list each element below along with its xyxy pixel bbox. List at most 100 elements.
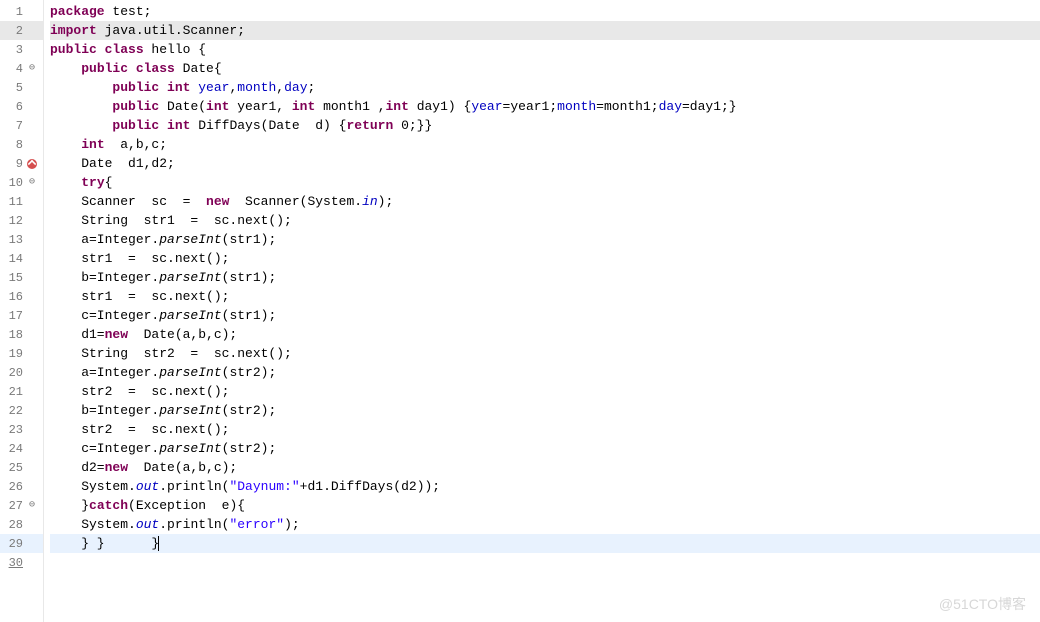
token-fldi: out — [136, 517, 159, 532]
code-line[interactable] — [50, 553, 1040, 572]
token-plain: String str1 = sc.next(); — [50, 213, 292, 228]
code-line[interactable]: int a,b,c; — [50, 135, 1040, 154]
code-line[interactable]: d2=new Date(a,b,c); — [50, 458, 1040, 477]
gutter-line: 15 — [0, 268, 43, 287]
line-number: 22 — [1, 404, 23, 418]
line-number: 23 — [1, 423, 23, 437]
code-line[interactable]: System.out.println("Daynum:"+d1.DiffDays… — [50, 477, 1040, 496]
token-plain: str1 = sc.next(); — [50, 251, 229, 266]
code-area[interactable]: package test;import java.util.Scanner;pu… — [44, 0, 1040, 622]
code-line[interactable]: package test; — [50, 2, 1040, 21]
error-icon — [25, 157, 39, 171]
token-kw: public int — [112, 80, 190, 95]
gutter-line: 5 — [0, 78, 43, 97]
fold-icon[interactable]: ⊖ — [25, 62, 39, 76]
code-line[interactable]: str2 = sc.next(); — [50, 420, 1040, 439]
line-number: 27 — [1, 499, 23, 513]
code-line[interactable]: a=Integer.parseInt(str1); — [50, 230, 1040, 249]
token-kw: public — [112, 99, 159, 114]
token-kw: try — [81, 175, 104, 190]
line-number: 17 — [1, 309, 23, 323]
token-plain — [50, 99, 112, 114]
token-kw: public class — [50, 42, 144, 57]
token-plain: { — [105, 175, 113, 190]
code-line[interactable]: str2 = sc.next(); — [50, 382, 1040, 401]
token-kw: int — [386, 99, 409, 114]
line-number: 18 — [1, 328, 23, 342]
token-mtd: parseInt — [159, 308, 221, 323]
fold-icon[interactable]: ⊖ — [25, 176, 39, 190]
token-plain: =year1; — [503, 99, 558, 114]
token-kw: catch — [89, 498, 128, 513]
gutter-line: 23 — [0, 420, 43, 439]
code-line[interactable]: public class hello { — [50, 40, 1040, 59]
code-line[interactable]: Scanner sc = new Scanner(System.in); — [50, 192, 1040, 211]
token-plain: a=Integer. — [50, 365, 159, 380]
gutter-line: 13 — [0, 230, 43, 249]
gutter-spacer — [25, 214, 39, 228]
gutter-spacer — [25, 43, 39, 57]
token-plain: (str2); — [222, 441, 277, 456]
line-number: 6 — [1, 100, 23, 114]
token-plain: str2 = sc.next(); — [50, 422, 229, 437]
gutter-spacer — [25, 81, 39, 95]
code-line[interactable]: str1 = sc.next(); — [50, 287, 1040, 306]
code-line[interactable]: c=Integer.parseInt(str2); — [50, 439, 1040, 458]
token-plain: test; — [105, 4, 152, 19]
token-plain: String str2 = sc.next(); — [50, 346, 292, 361]
token-plain: a=Integer. — [50, 232, 159, 247]
code-line[interactable]: import java.util.Scanner; — [50, 21, 1040, 40]
code-line[interactable]: public int DiffDays(Date d) {return 0;}} — [50, 116, 1040, 135]
token-plain: =day1;} — [682, 99, 737, 114]
line-number: 16 — [1, 290, 23, 304]
line-number: 11 — [1, 195, 23, 209]
line-number: 1 — [1, 5, 23, 19]
line-number: 20 — [1, 366, 23, 380]
code-line[interactable]: }catch(Exception e){ — [50, 496, 1040, 515]
code-line[interactable]: public int year,month,day; — [50, 78, 1040, 97]
gutter-line: 12 — [0, 211, 43, 230]
code-line[interactable]: b=Integer.parseInt(str1); — [50, 268, 1040, 287]
line-number: 2 — [1, 24, 23, 38]
token-plain: str1 = sc.next(); — [50, 289, 229, 304]
token-plain: DiffDays(Date d) { — [190, 118, 346, 133]
token-kw: public int — [112, 118, 190, 133]
token-kw: int — [206, 99, 229, 114]
token-plain: (str2); — [222, 403, 277, 418]
code-line[interactable]: System.out.println("error"); — [50, 515, 1040, 534]
code-line[interactable]: a=Integer.parseInt(str2); — [50, 363, 1040, 382]
token-fld: day — [659, 99, 682, 114]
gutter-line: 9 — [0, 154, 43, 173]
gutter-line: 21 — [0, 382, 43, 401]
gutter-line: 22 — [0, 401, 43, 420]
code-line[interactable]: } } } — [50, 534, 1040, 553]
gutter-line: 28 — [0, 515, 43, 534]
token-plain — [50, 80, 112, 95]
gutter-spacer — [25, 404, 39, 418]
gutter-spacer — [25, 5, 39, 19]
code-line[interactable]: public class Date{ — [50, 59, 1040, 78]
code-line[interactable]: c=Integer.parseInt(str1); — [50, 306, 1040, 325]
token-plain: (Exception e){ — [128, 498, 245, 513]
code-line[interactable]: public Date(int year1, int month1 ,int d… — [50, 97, 1040, 116]
fold-icon[interactable]: ⊖ — [25, 499, 39, 513]
token-fldi: out — [136, 479, 159, 494]
line-number: 8 — [1, 138, 23, 152]
code-line[interactable]: try{ — [50, 173, 1040, 192]
token-plain: ); — [284, 517, 300, 532]
code-line[interactable]: d1=new Date(a,b,c); — [50, 325, 1040, 344]
gutter-spacer — [25, 252, 39, 266]
code-line[interactable]: String str1 = sc.next(); — [50, 211, 1040, 230]
code-line[interactable]: String str2 = sc.next(); — [50, 344, 1040, 363]
line-number: 3 — [1, 43, 23, 57]
token-plain: (str1); — [222, 308, 277, 323]
code-line[interactable]: b=Integer.parseInt(str2); — [50, 401, 1040, 420]
gutter-line: 16 — [0, 287, 43, 306]
code-line[interactable]: str1 = sc.next(); — [50, 249, 1040, 268]
token-mtd: parseInt — [159, 270, 221, 285]
line-number: 24 — [1, 442, 23, 456]
code-line[interactable]: Date d1,d2; — [50, 154, 1040, 173]
line-number: 5 — [1, 81, 23, 95]
token-plain: d1= — [50, 327, 105, 342]
gutter-line: 6 — [0, 97, 43, 116]
